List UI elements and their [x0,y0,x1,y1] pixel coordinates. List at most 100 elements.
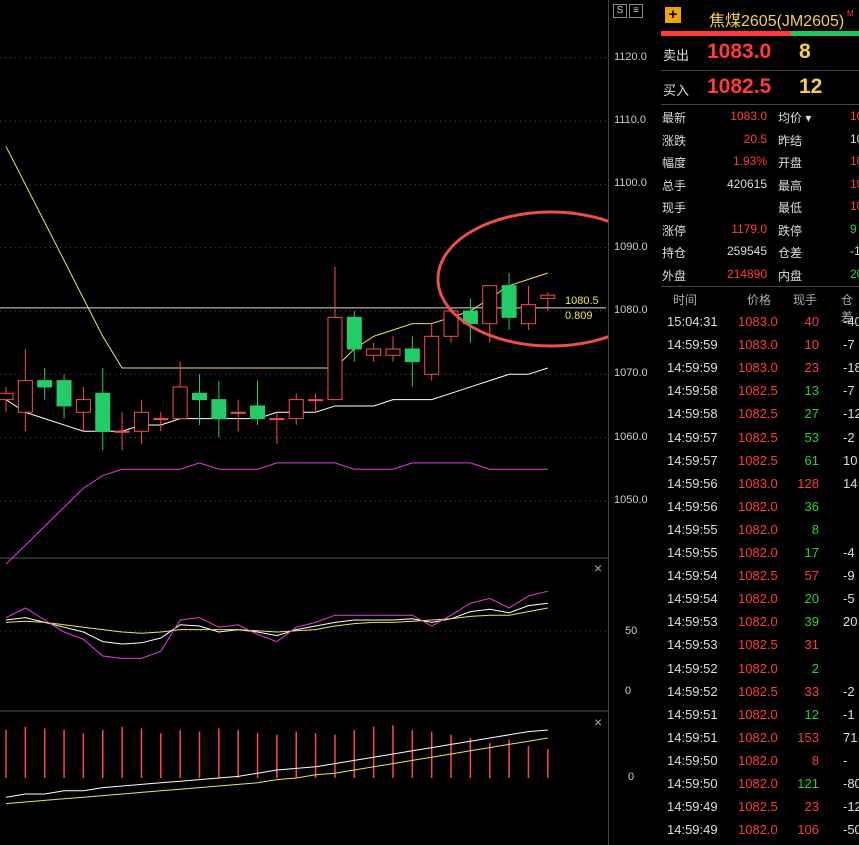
price-tick-label: 1110.0 [614,114,647,127]
tick-row[interactable]: 14:59:53 1082.0 39 20 [661,610,859,633]
stats-row: 幅度 1.93% 开盘 10 [661,150,859,173]
tick-row[interactable]: 14:59:57 1082.5 61 10 [661,449,859,472]
price-tick-label: 1080.0 [614,304,648,316]
annotation-circle [436,210,608,348]
tick-price: 1082.0 [738,706,778,722]
tick-oi-change: -2 [843,683,855,699]
kline-chart-area[interactable]: × × 1080.5 0.809 S ≡ [0,0,643,845]
stat-label-2: 最低 [778,201,803,215]
tick-row[interactable]: 14:59:58 1082.5 27 -12 [661,402,859,425]
sell-quote-row: 卖出 1083.0 8 [661,36,859,70]
tick-volume: 20 [804,591,819,607]
stat-value-2: 10 [850,199,859,213]
candle-body [17,380,33,413]
tick-time: 14:59:49 [667,822,718,838]
tick-row[interactable]: 14:59:59 1083.0 10 -7 [661,333,859,356]
stat-label-2: 跌停 [778,223,803,238]
tick-row[interactable]: 14:59:49 1082.0 106 -50 [661,818,859,841]
price-tick-label: 1100.0 [614,177,647,190]
tick-row[interactable]: 14:59:52 1082.5 33 -2 [661,680,859,703]
stats-row: 涨跌 20.5 昨结 10 [661,128,859,151]
tick-row[interactable]: 14:59:54 1082.0 20 -5 [661,587,859,610]
tick-row[interactable]: 14:59:53 1082.5 31 [661,633,859,656]
tick-price: 1083.0 [738,360,778,376]
price-axis-panel [608,0,661,845]
tick-time: 14:59:53 [667,614,718,630]
tick-price: 1082.5 [738,429,778,445]
stat-value: 1179.0 [731,221,767,236]
tick-row[interactable]: 14:59:49 1082.5 23 -12 [661,795,859,818]
osc-k-line [5,602,548,645]
tick-row[interactable]: 14:59:55 1082.0 17 -4 [661,541,859,564]
tick-row[interactable]: 14:59:54 1082.5 57 -9 [661,564,859,587]
tick-volume: 128 [797,475,819,491]
current-price-label: 1080.5 [565,295,599,307]
stat-value: 420615 [726,176,767,191]
stat-label-2: 昨结 [778,133,803,148]
tick-price: 1082.0 [738,660,778,676]
tick-volume: 8 [811,752,819,768]
tick-oi-change: -40 [843,314,859,329]
tick-time: 14:59:56 [667,475,718,491]
tick-volume: 12 [804,706,819,722]
tick-volume: 17 [804,545,819,560]
tick-volume: 53 [804,429,819,445]
tick-row[interactable]: 14:59:51 1082.0 12 -1 [661,703,859,726]
candle-body [501,285,517,318]
add-icon[interactable]: + [665,7,681,23]
tick-time: 15:04:31 [667,314,718,329]
tick-row[interactable]: 14:59:59 1083.0 23 -18 [661,356,859,379]
price-tick-label: 1090.0 [614,240,648,253]
tick-oi-change: -50 [843,822,859,838]
tick-row[interactable]: 15:04:31 1083.0 40 -40 [661,310,859,333]
stat-value-2: 9 [850,221,857,236]
osc-d-line [5,607,548,634]
candle-body [327,316,343,401]
buy-quote-row: 买入 1082.5 12 [661,70,859,105]
tick-oi-change: -12 [843,799,859,815]
tick-row[interactable]: 14:59:58 1082.5 13 -7 [661,379,859,402]
tick-time: 14:59:54 [667,591,718,607]
price-tick-label: 1120.0 [614,50,647,63]
stats-row: 总手 420615 最高 10 [661,173,859,196]
tick-oi-change: - [843,752,848,768]
tick-row[interactable]: 14:59:56 1082.0 36 [661,495,859,518]
tick-time: 14:59:53 [667,637,718,653]
tick-volume: 33 [804,683,819,699]
stat-value: 20.5 [743,131,767,146]
tick-row[interactable]: 14:59:56 1083.0 128 14 [661,472,859,495]
candle-body [192,392,207,401]
tick-row[interactable]: 14:59:50 1082.0 8 - [661,749,859,772]
tick-price: 1082.5 [738,568,778,584]
stat-label: 现手 [662,201,687,215]
candle-body [0,392,14,401]
price-tick-label: 1070.0 [614,367,648,380]
candle-body [520,304,536,325]
close-osc-icon: × [594,560,602,576]
tick-oi-change: -7 [843,383,855,399]
kline-chart[interactable]: × × 1080.5 0.809 [0,0,608,845]
tick-row[interactable]: 14:59:51 1082.0 153 71 [661,726,859,749]
tick-row[interactable]: 14:59:57 1082.5 53 -2 [661,426,859,449]
tick-volume: 153 [797,729,819,745]
osc-j-line [5,590,548,659]
candle-body [385,348,401,356]
tick-row[interactable]: 14:59:55 1082.0 8 [661,518,859,541]
candle-body [133,411,149,432]
candle-body [288,399,304,420]
tick-volume: 8 [811,521,819,537]
quote-panel: + 焦煤2605(JM2605) M 卖出 1083.0 8 买入 1082.5… [661,0,859,845]
tick-volume: 2 [811,660,819,676]
sell-label: 卖出 [663,48,690,63]
candle-body [37,380,53,388]
tick-row[interactable]: 14:59:52 1082.0 2 [661,657,859,680]
tick-price: 1082.5 [738,406,778,422]
candle-body [366,348,382,356]
tick-price: 1082.0 [738,822,778,838]
tick-oi-change: -9 [843,568,855,584]
tick-price: 1082.0 [738,545,778,560]
tick-time: 14:59:59 [667,337,718,353]
tick-price: 1082.5 [738,799,778,815]
stat-label-2: 内盘 [778,268,803,283]
tick-row[interactable]: 14:59:50 1082.0 121 -80 [661,772,859,795]
